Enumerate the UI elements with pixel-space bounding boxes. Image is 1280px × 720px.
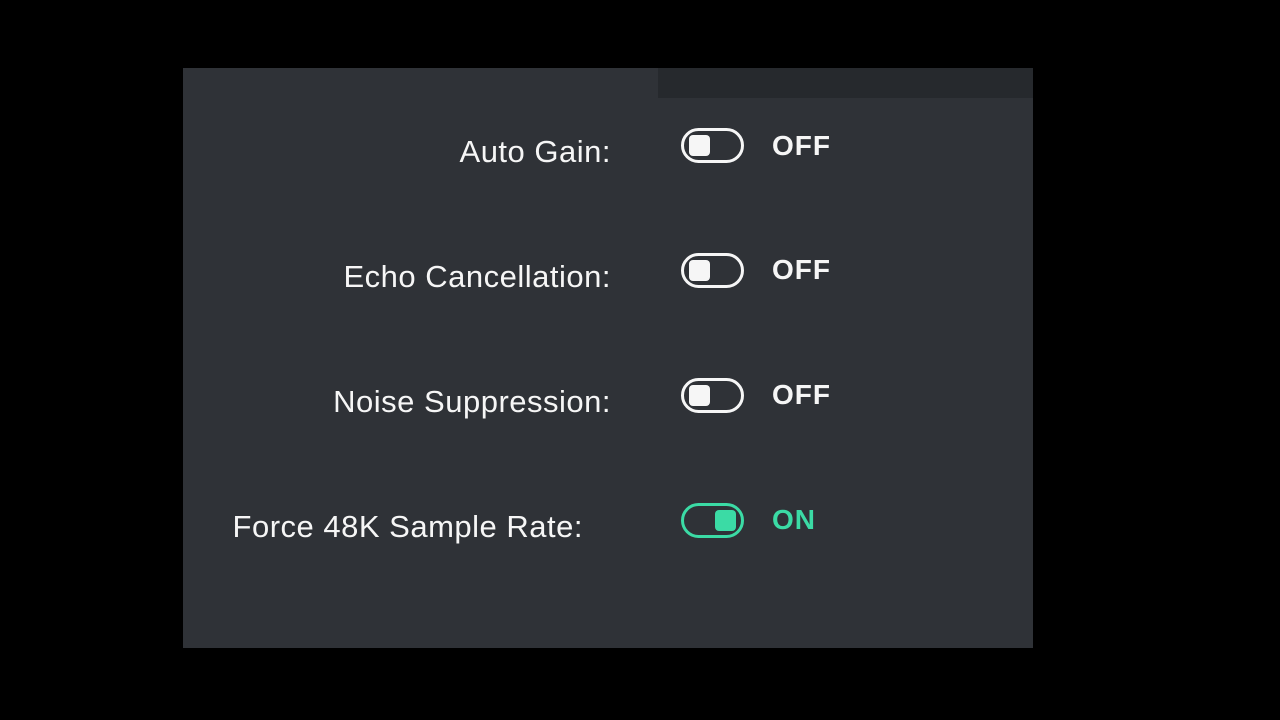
setting-row-echo-cancellation: Echo Cancellation: OFF (183, 253, 1033, 300)
setting-label: Auto Gain: (183, 128, 611, 175)
input-field-remnant (658, 68, 1033, 98)
toggle-knob-icon (715, 510, 736, 531)
toggle-knob-icon (689, 260, 710, 281)
auto-gain-toggle[interactable] (681, 128, 744, 163)
setting-row-noise-suppression: Noise Suppression: OFF (183, 378, 1033, 425)
setting-control: OFF (611, 128, 831, 163)
setting-label: Echo Cancellation: (183, 253, 611, 300)
noise-suppression-toggle[interactable] (681, 378, 744, 413)
toggle-knob-icon (689, 385, 710, 406)
toggle-state-text: OFF (772, 379, 831, 411)
settings-list: Auto Gain: OFF Echo Cancellation: OFF No… (183, 128, 1033, 628)
setting-control: ON (611, 503, 816, 538)
setting-control: OFF (611, 378, 831, 413)
toggle-state-text: OFF (772, 130, 831, 162)
settings-panel: Auto Gain: OFF Echo Cancellation: OFF No… (183, 68, 1033, 648)
toggle-state-text: OFF (772, 254, 831, 286)
force-48k-toggle[interactable] (681, 503, 744, 538)
setting-control: OFF (611, 253, 831, 288)
toggle-state-text: ON (772, 504, 816, 536)
setting-row-auto-gain: Auto Gain: OFF (183, 128, 1033, 175)
setting-label: Force 48K Sample Rate: (183, 503, 611, 550)
echo-cancellation-toggle[interactable] (681, 253, 744, 288)
setting-row-force-48k: Force 48K Sample Rate: ON (183, 503, 1033, 550)
toggle-knob-icon (689, 135, 710, 156)
setting-label: Noise Suppression: (183, 378, 611, 425)
